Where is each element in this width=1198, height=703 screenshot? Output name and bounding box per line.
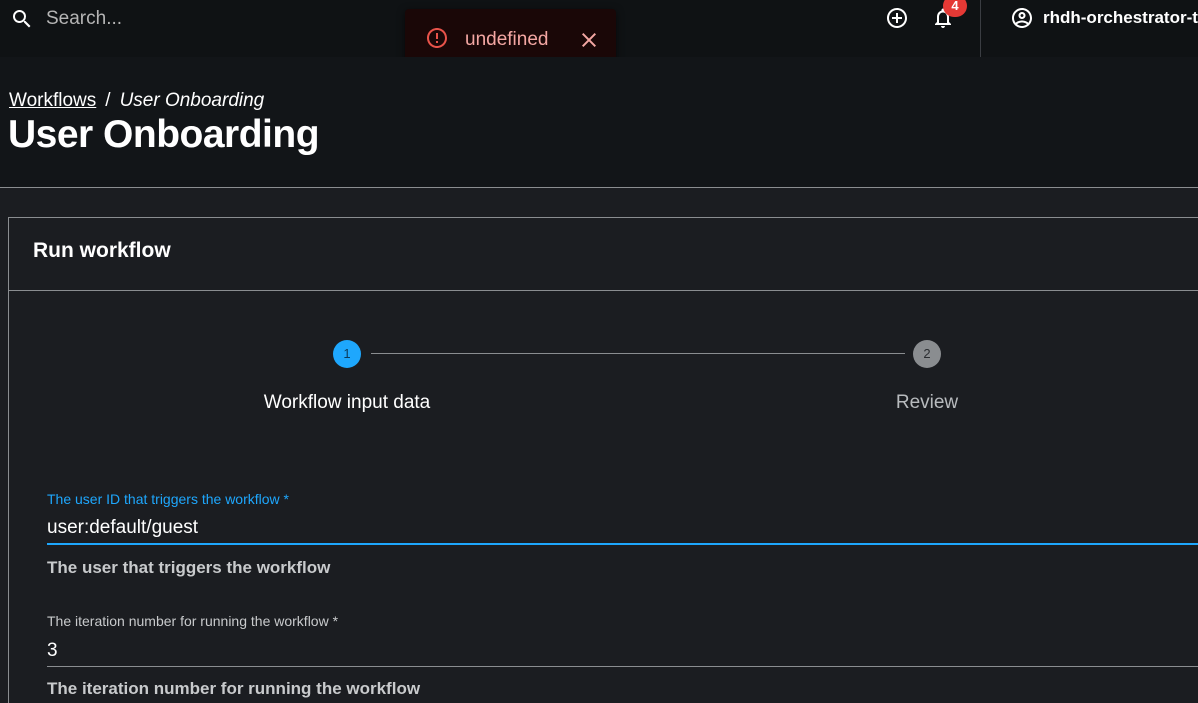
toast-message: undefined bbox=[465, 29, 549, 50]
step-connector bbox=[371, 353, 905, 354]
run-workflow-card: Run workflow 1 2 Workflow input data Rev… bbox=[8, 217, 1198, 703]
topbar-divider bbox=[980, 0, 981, 57]
step-2-label: Review bbox=[895, 392, 959, 413]
breadcrumb: Workflows / User Onboarding bbox=[9, 90, 264, 112]
step-2-indicator: 2 bbox=[913, 340, 941, 368]
search-input[interactable] bbox=[46, 6, 346, 32]
user-id-input[interactable] bbox=[47, 513, 1198, 545]
iteration-number-label: The iteration number for running the wor… bbox=[47, 613, 339, 629]
close-icon[interactable] bbox=[577, 28, 601, 52]
page-title: User Onboarding bbox=[8, 113, 320, 156]
add-circle-icon[interactable] bbox=[885, 6, 909, 30]
breadcrumb-link-workflows[interactable]: Workflows bbox=[9, 90, 96, 111]
iteration-number-helper-text: The iteration number for running the wor… bbox=[47, 679, 421, 698]
account-circle-icon[interactable] bbox=[1010, 6, 1034, 30]
user-id-helper-text: The user that triggers the workflow bbox=[47, 558, 331, 577]
card-header: Run workflow bbox=[9, 218, 1198, 291]
search-icon bbox=[13, 10, 31, 28]
iteration-number-input[interactable] bbox=[47, 635, 1198, 667]
step-1-indicator: 1 bbox=[333, 340, 361, 368]
profile-name[interactable]: rhdh-orchestrator-t bbox=[1043, 8, 1198, 28]
page-header: Workflows / User Onboarding User Onboardin… bbox=[0, 57, 1198, 188]
error-outline-icon bbox=[427, 28, 447, 48]
breadcrumb-separator: / bbox=[105, 90, 111, 111]
step-1-label: Workflow input data bbox=[263, 392, 431, 413]
breadcrumb-current: User Onboarding bbox=[119, 90, 265, 111]
user-id-label: The user ID that triggers the workflow * bbox=[47, 491, 289, 507]
card-title: Run workflow bbox=[33, 239, 171, 262]
notification-badge: 4 bbox=[943, 0, 967, 17]
